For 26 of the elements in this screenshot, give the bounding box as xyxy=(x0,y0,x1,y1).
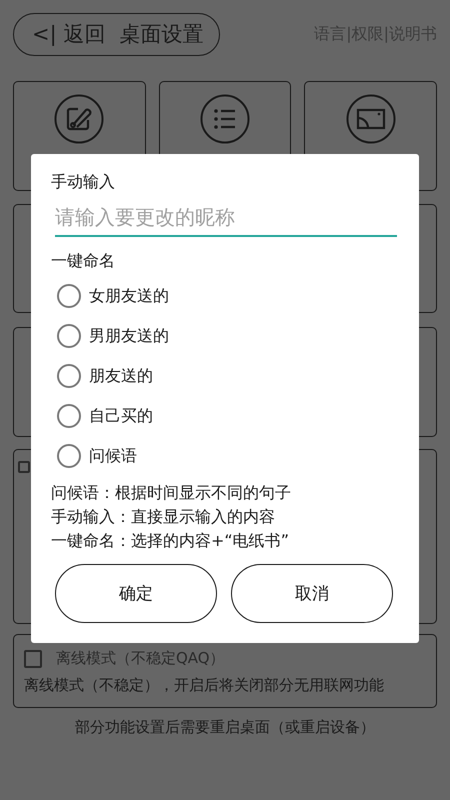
note-text: 手动输入：直接显示输入的内容 xyxy=(51,506,276,528)
section-label: 手动输入 xyxy=(51,172,116,193)
option-label[interactable]: 自己买的 xyxy=(89,406,153,426)
note-text: 问候语：根据时间显示不同的句子 xyxy=(51,482,292,504)
section-label: 一键命名 xyxy=(51,251,116,272)
option-label[interactable]: 女朋友送的 xyxy=(89,286,169,306)
option-label[interactable]: 问候语 xyxy=(89,446,137,466)
confirm-button[interactable]: 确定 xyxy=(55,564,217,623)
offline-description: 离线模式（不稳定），开启后将关闭部分无用联网功能 xyxy=(24,676,385,695)
list-icon xyxy=(200,94,250,144)
radio-button[interactable] xyxy=(57,444,81,468)
radio-button[interactable] xyxy=(57,364,81,388)
radio-button[interactable] xyxy=(57,404,81,428)
radio-button[interactable] xyxy=(57,284,81,308)
offline-label: 离线模式（不稳定QAQ） xyxy=(56,649,225,668)
screen-icon xyxy=(346,94,396,144)
option-label[interactable]: 男朋友送的 xyxy=(89,326,169,346)
edit-icon xyxy=(54,94,104,144)
footer-note: 部分功能设置后需要重启桌面（或重启设备） xyxy=(74,718,376,737)
input-field[interactable]: 请输入要更改的昵称 xyxy=(55,201,397,237)
checkbox[interactable] xyxy=(24,650,42,668)
radio-button[interactable] xyxy=(57,324,81,348)
option-label[interactable]: 朋友送的 xyxy=(89,366,153,386)
cancel-button[interactable]: 取消 xyxy=(231,564,393,623)
page-title: 桌面设置 xyxy=(119,21,204,48)
note-text: 一键命名：选择的内容+“电纸书” xyxy=(51,530,290,552)
